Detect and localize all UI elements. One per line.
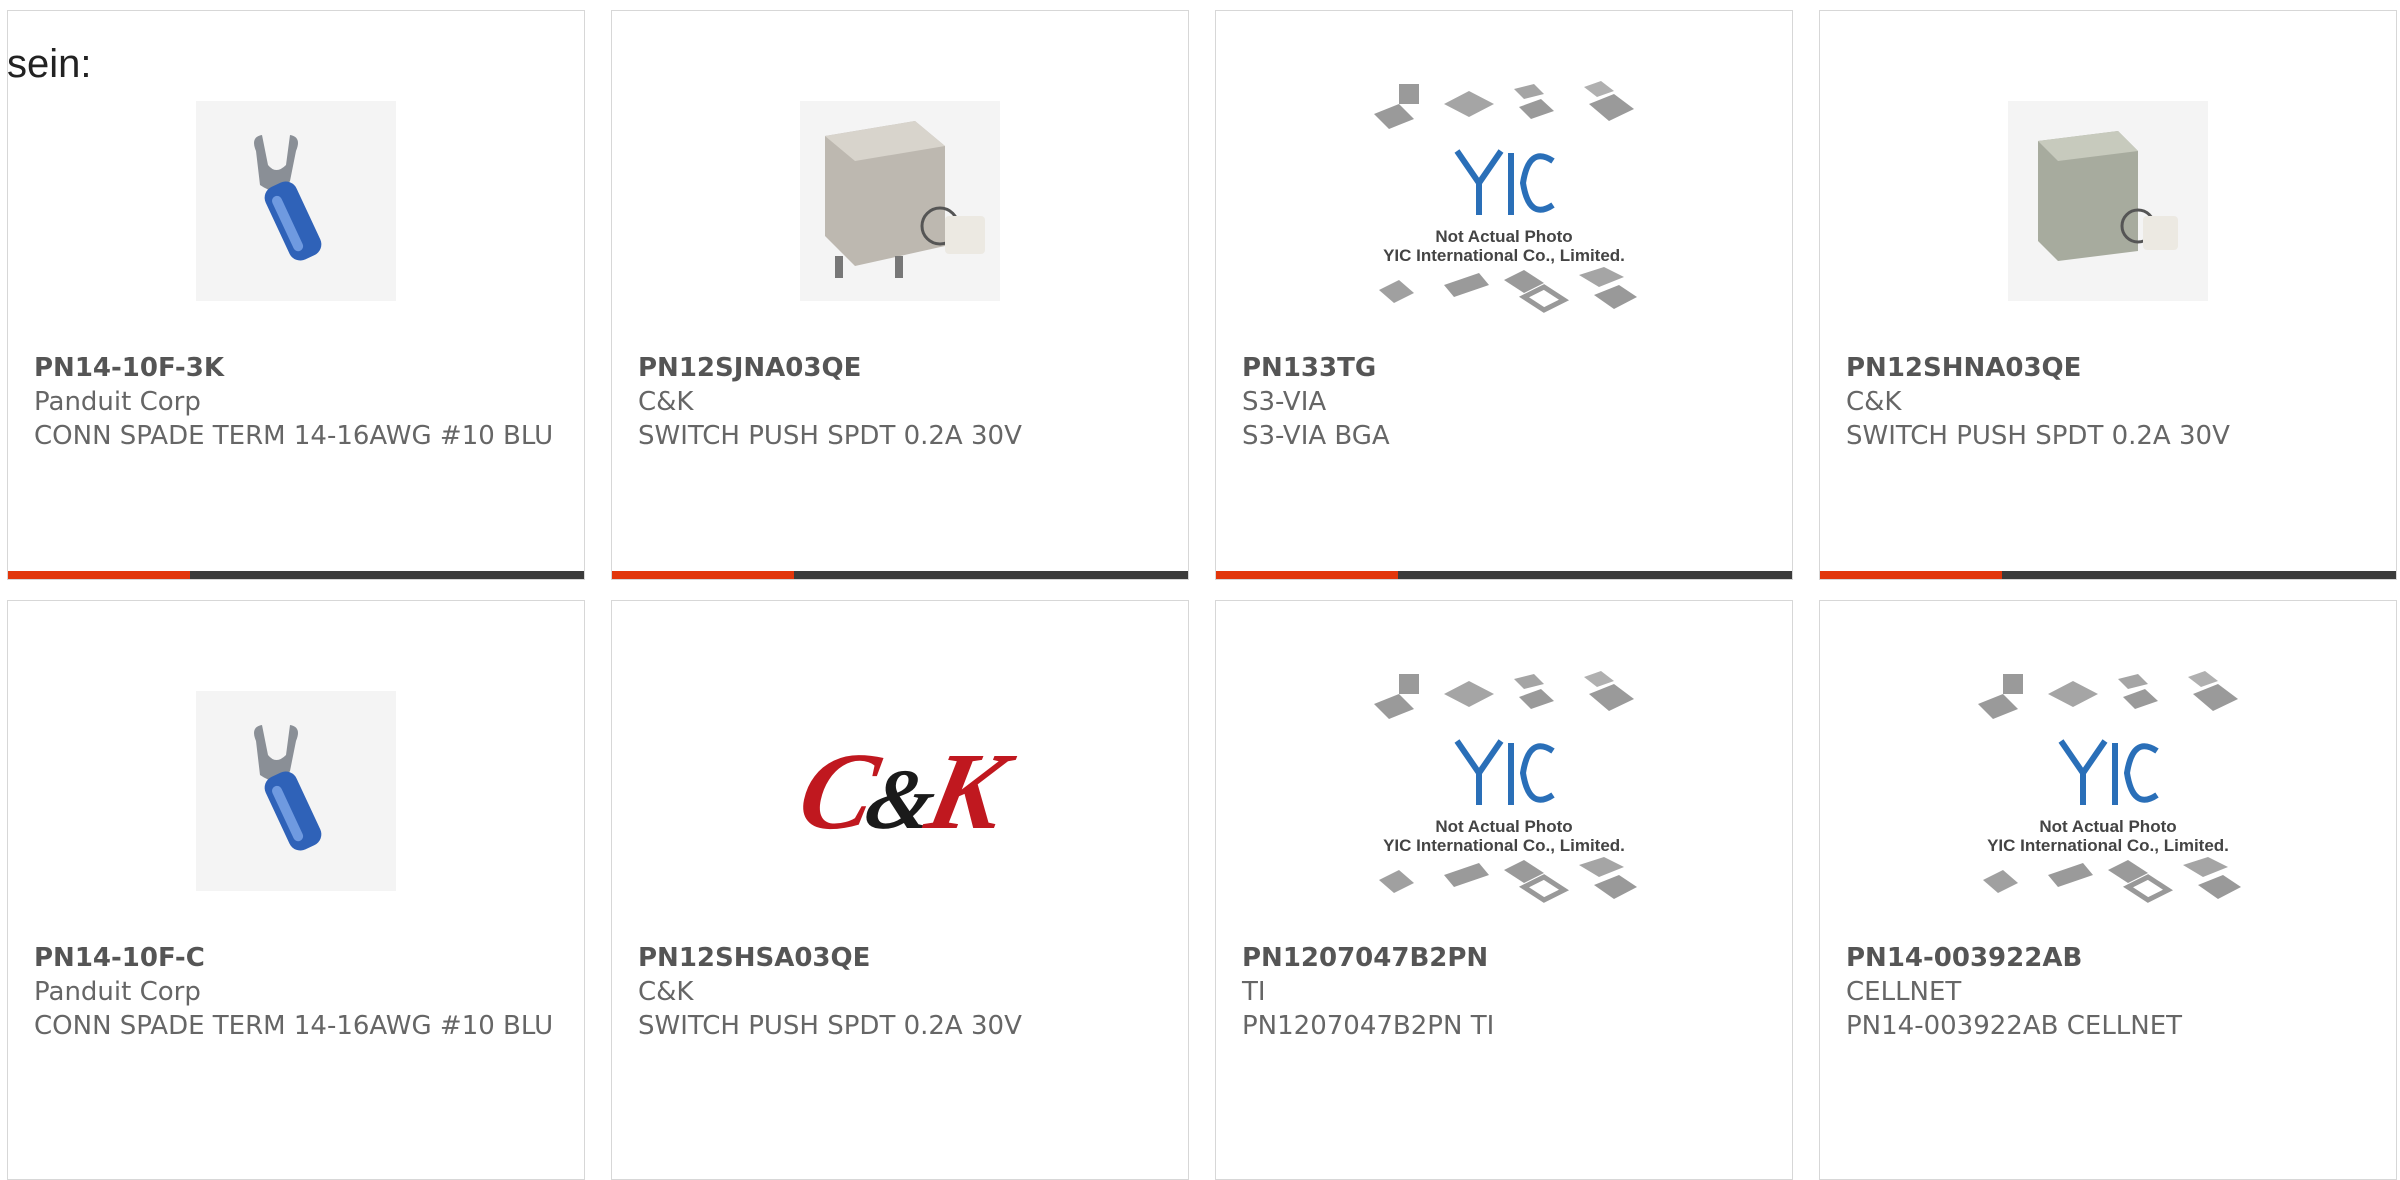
description: SWITCH PUSH SPDT 0.2A 30V xyxy=(638,421,1022,451)
lead-text: sein: xyxy=(7,42,92,86)
yic-logo-icon xyxy=(1454,738,1555,805)
card-bar xyxy=(612,571,1188,579)
part-number[interactable]: PN12SHNA03QE xyxy=(1846,351,2376,385)
part-number[interactable]: PN12SHSA03QE xyxy=(638,941,1168,975)
ck-logo-icon: C&K xyxy=(789,729,1011,852)
manufacturer: S3-VIA xyxy=(1242,387,1327,417)
yic-placeholder-image: Not Actual Photo YIC International Co., … xyxy=(1973,669,2243,914)
yic-logo-icon xyxy=(1454,148,1555,215)
manufacturer: CELLNET xyxy=(1846,977,1962,1007)
card-bar xyxy=(1820,571,2396,579)
spade-terminal-icon xyxy=(196,691,396,891)
yic-logo-icon xyxy=(2058,738,2159,805)
part-number[interactable]: PN12SJNA03QE xyxy=(638,351,1168,385)
part-number[interactable]: PN14-10F-C xyxy=(34,941,564,975)
manufacturer: C&K xyxy=(638,977,694,1007)
description: SWITCH PUSH SPDT 0.2A 30V xyxy=(1846,421,2230,451)
description: CONN SPADE TERM 14-16AWG #10 BLU xyxy=(34,421,554,451)
product-card[interactable]: PN14-10F-C Panduit Corp CONN SPADE TERM … xyxy=(7,600,585,1180)
yic-placeholder-image: Not Actual Photo YIC International Co., … xyxy=(1369,79,1639,324)
manufacturer: Panduit Corp xyxy=(34,977,201,1007)
description: CONN SPADE TERM 14-16AWG #10 BLU xyxy=(34,1011,554,1041)
part-number[interactable]: PN14-003922AB xyxy=(1846,941,2376,975)
card-bar xyxy=(1216,571,1792,579)
card-bar xyxy=(8,571,584,579)
description: S3-VIA BGA xyxy=(1242,421,1390,451)
product-card[interactable]: C&K PN12SHSA03QE C&K SWITCH PUSH SPDT 0.… xyxy=(611,600,1189,1180)
part-number[interactable]: PN14-10F-3K xyxy=(34,351,564,385)
yic-placeholder-image: Not Actual Photo YIC International Co., … xyxy=(1369,669,1639,914)
description: SWITCH PUSH SPDT 0.2A 30V xyxy=(638,1011,1022,1041)
push-switch-icon xyxy=(800,101,1000,301)
product-card[interactable]: PN14-10F-3K Panduit Corp CONN SPADE TERM… xyxy=(7,10,585,580)
product-card[interactable]: PN12SJNA03QE C&K SWITCH PUSH SPDT 0.2A 3… xyxy=(611,10,1189,580)
product-card[interactable]: Not Actual Photo YIC International Co., … xyxy=(1819,600,2397,1180)
manufacturer: C&K xyxy=(638,387,694,417)
spade-terminal-icon xyxy=(196,101,396,301)
part-number[interactable]: PN133TG xyxy=(1242,351,1772,385)
product-card[interactable]: Not Actual Photo YIC International Co., … xyxy=(1215,10,1793,580)
part-number[interactable]: PN1207047B2PN xyxy=(1242,941,1772,975)
product-card[interactable]: PN12SHNA03QE C&K SWITCH PUSH SPDT 0.2A 3… xyxy=(1819,10,2397,580)
product-card[interactable]: Not Actual Photo YIC International Co., … xyxy=(1215,600,1793,1180)
manufacturer: C&K xyxy=(1846,387,1902,417)
manufacturer: Panduit Corp xyxy=(34,387,201,417)
description: PN14-003922AB CELLNET xyxy=(1846,1011,2183,1041)
push-switch-icon xyxy=(2008,101,2208,301)
description: PN1207047B2PN TI xyxy=(1242,1011,1495,1041)
manufacturer: TI xyxy=(1242,977,1266,1007)
